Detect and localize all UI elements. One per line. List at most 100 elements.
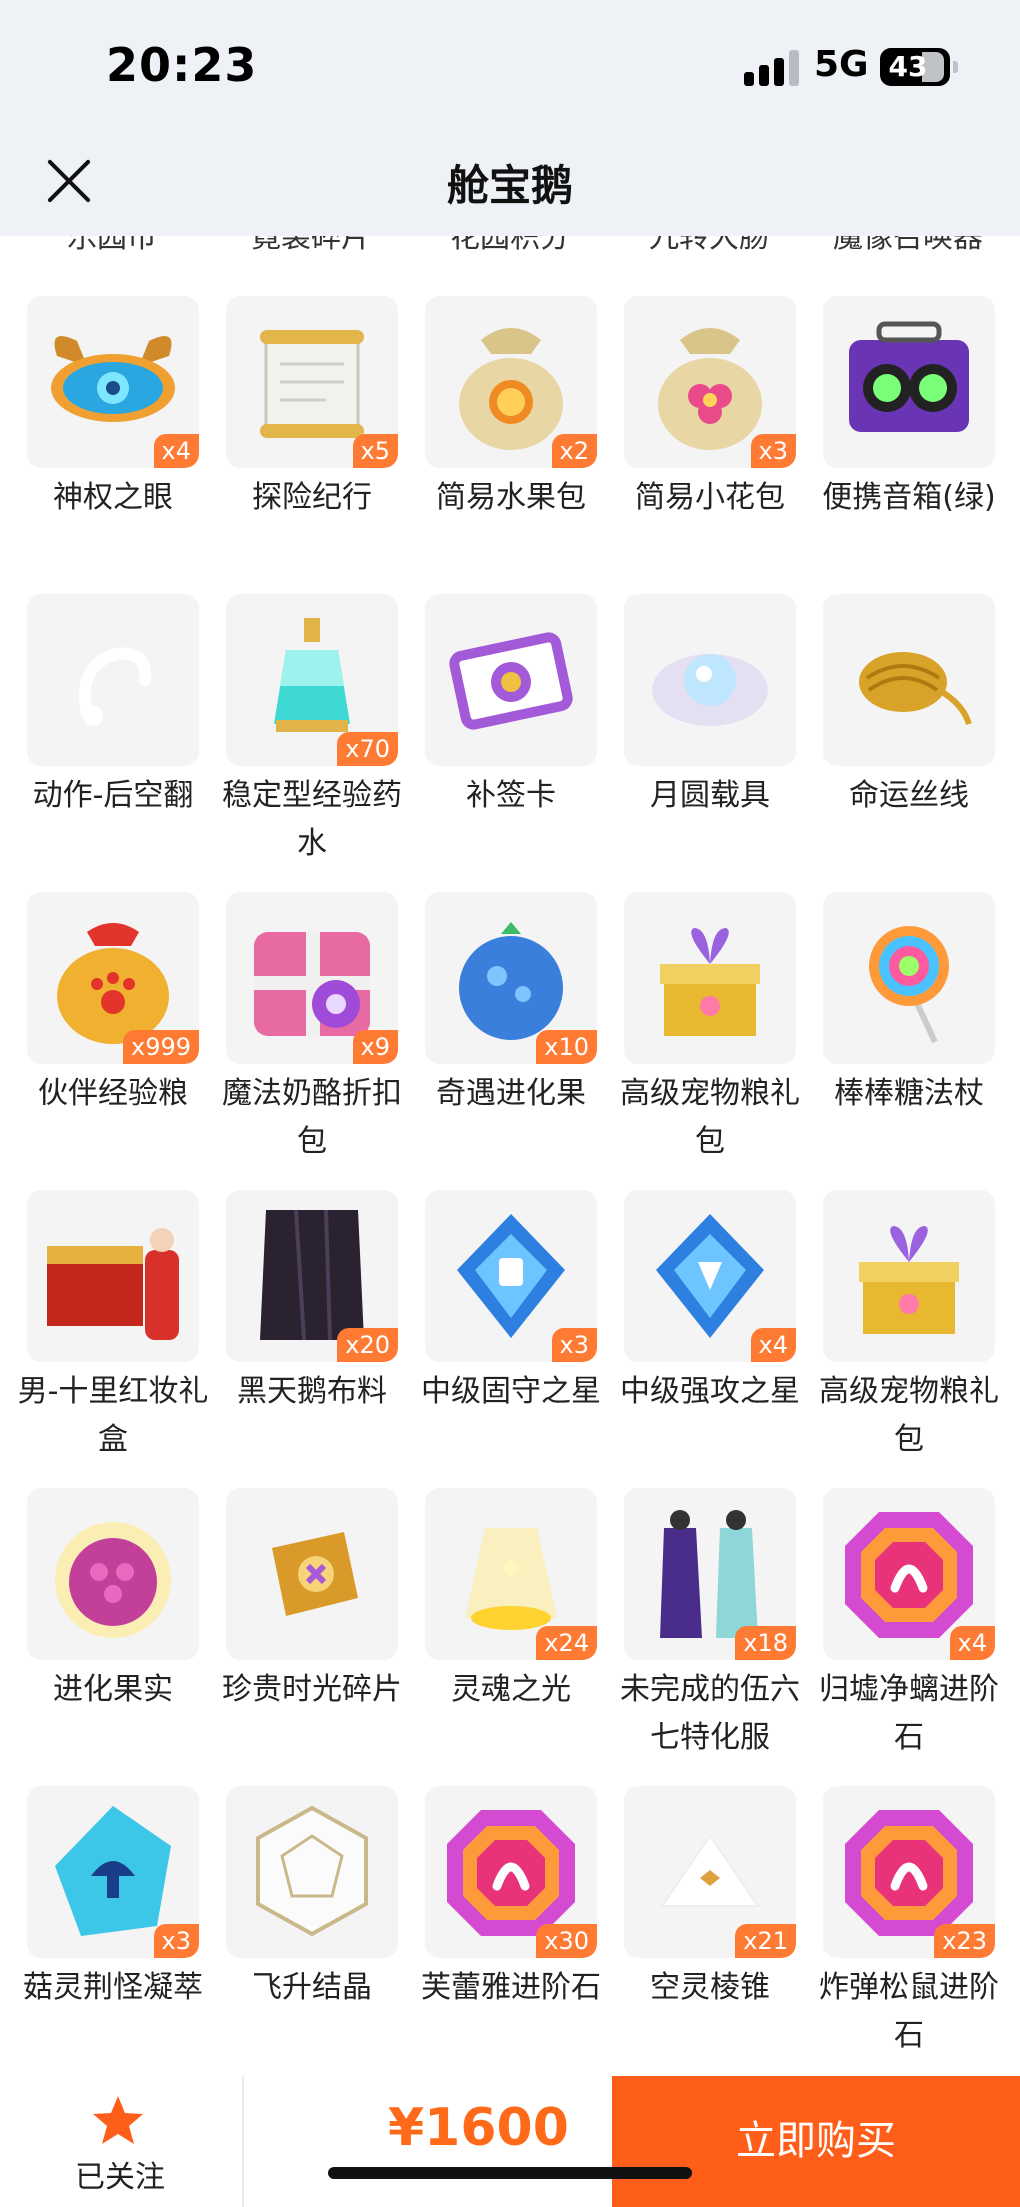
item-thumbnail[interactable]: x3 [624, 296, 796, 468]
item-thumbnail[interactable] [624, 892, 796, 1064]
item-thumbnail[interactable] [823, 594, 995, 766]
item-thumbnail[interactable]: x18 [624, 1488, 796, 1660]
item-thumbnail[interactable]: x5 [226, 296, 398, 468]
battery-icon: 43 [880, 48, 958, 86]
item-thumbnail[interactable] [27, 1190, 199, 1362]
item-thumbnail[interactable] [425, 594, 597, 766]
cutoff-row: 乐园币 霓裳碎片 花园积分 九转大肠 魔像召唤器 [0, 236, 1020, 260]
item-name: 稳定型经验药水 [222, 778, 402, 861]
signal-icon [744, 50, 800, 86]
item-count-badge: x24 [536, 1626, 597, 1660]
item-thumbnail[interactable] [823, 892, 995, 1064]
item-count-badge: x9 [352, 1030, 398, 1064]
item-name: 补签卡 [466, 778, 556, 813]
item-count-badge: x999 [122, 1030, 199, 1064]
network-label: 5G [814, 44, 869, 85]
item-count-badge: x20 [337, 1328, 398, 1362]
item-name: 奇遇进化果 [436, 1076, 586, 1111]
star-icon [93, 2096, 143, 2144]
item-grid-container[interactable]: 乐园币 霓裳碎片 花园积分 九转大肠 魔像召唤器 x4 神权之眼 x5 探险纪行 x2 简… [0, 236, 1020, 2076]
item-count-badge: x5 [352, 434, 398, 468]
item-thumbnail[interactable] [226, 1488, 398, 1660]
home-indicator [328, 2167, 692, 2179]
item-name: 男-十里红妆礼盒 [17, 1374, 209, 1457]
divider [242, 2076, 244, 2207]
item-thumbnail[interactable]: x3 [27, 1786, 199, 1958]
item-name: 中级强攻之星 [620, 1374, 800, 1409]
item-thumbnail[interactable] [624, 594, 796, 766]
bottom-bar: 已关注 ¥1600 立即购买 [0, 2076, 1020, 2207]
item-name: 未完成的伍六七特化服 [620, 1672, 800, 1755]
item-name: 伙伴经验粮 [38, 1076, 188, 1111]
item-name: 珍贵时光碎片 [222, 1672, 402, 1707]
item-thumbnail[interactable] [226, 1786, 398, 1958]
buy-now-button[interactable]: 立即购买 [612, 2076, 1020, 2207]
item-count-badge: x70 [337, 732, 398, 766]
item-count-badge: x23 [934, 1924, 995, 1958]
item-name: 月圆载具 [650, 778, 770, 813]
item-name: 黑天鹅布料 [237, 1374, 387, 1409]
item-name: 乐园币 [67, 236, 157, 255]
item-name: 芙蕾雅进阶石 [421, 1970, 601, 2005]
item-name: 九转大肠 [649, 236, 769, 255]
status-time: 20:23 [106, 38, 258, 92]
item-name: 霓裳碎片 [251, 236, 371, 255]
item-thumbnail[interactable]: x24 [425, 1488, 597, 1660]
item-count-badge: x10 [536, 1030, 597, 1064]
follow-button[interactable]: 已关注 [40, 2090, 200, 2200]
nav-bar: 舱宝鹅 [0, 140, 1020, 236]
item-thumbnail[interactable]: x30 [425, 1786, 597, 1958]
item-count-badge: x4 [949, 1626, 995, 1660]
item-name: 便携音箱(绿) [822, 480, 996, 515]
item-name: 魔法奶酪折扣包 [222, 1076, 402, 1159]
item-name: 棒棒糖法杖 [834, 1076, 984, 1111]
item-thumbnail[interactable]: x4 [624, 1190, 796, 1362]
item-name: 进化果实 [53, 1672, 173, 1707]
item-count-badge: x21 [735, 1924, 796, 1958]
item-name: 空灵棱锥 [650, 1970, 770, 2005]
item-name: 神权之眼 [53, 480, 173, 515]
item-thumbnail[interactable]: x3 [425, 1190, 597, 1362]
item-name: 动作-后空翻 [32, 778, 194, 813]
item-count-badge: x4 [750, 1328, 796, 1362]
item-count-badge: x4 [153, 434, 199, 468]
item-thumbnail[interactable]: x4 [823, 1488, 995, 1660]
item-name: 命运丝线 [849, 778, 969, 813]
item-thumbnail[interactable]: x999 [27, 892, 199, 1064]
item-thumbnail[interactable] [27, 594, 199, 766]
item-name: 炸弹松鼠进阶石 [819, 1970, 999, 2053]
item-thumbnail[interactable] [823, 1190, 995, 1362]
item-thumbnail[interactable]: x23 [823, 1786, 995, 1958]
item-name: 魔像召唤器 [833, 236, 983, 255]
item-name: 飞升结晶 [252, 1970, 372, 2005]
item-name: 中级固守之星 [421, 1374, 601, 1409]
item-count-badge: x2 [551, 434, 597, 468]
item-count-badge: x3 [750, 434, 796, 468]
item-name: 高级宠物粮礼包 [819, 1374, 999, 1457]
item-name: 简易水果包 [436, 480, 586, 515]
item-name: 探险纪行 [252, 480, 372, 515]
item-name: 高级宠物粮礼包 [620, 1076, 800, 1159]
item-thumbnail[interactable]: x9 [226, 892, 398, 1064]
item-name: 菇灵荆怪凝萃 [23, 1970, 203, 2005]
item-name: 花园积分 [450, 236, 570, 255]
item-thumbnail[interactable]: x20 [226, 1190, 398, 1362]
item-count-badge: x18 [735, 1626, 796, 1660]
item-name: 灵魂之光 [451, 1672, 571, 1707]
item-count-badge: x3 [551, 1328, 597, 1362]
item-thumbnail[interactable]: x10 [425, 892, 597, 1064]
item-thumbnail[interactable] [823, 296, 995, 468]
item-count-badge: x30 [536, 1924, 597, 1958]
price: ¥1600 [388, 2098, 569, 2158]
status-bar: 20:23 5G 43 [0, 0, 1020, 140]
item-thumbnail[interactable]: x21 [624, 1786, 796, 1958]
item-name: 简易小花包 [635, 480, 785, 515]
item-thumbnail[interactable]: x4 [27, 296, 199, 468]
item-name: 归墟净螭进阶石 [819, 1672, 999, 1755]
item-thumbnail[interactable]: x2 [425, 296, 597, 468]
follow-label: 已关注 [75, 2160, 165, 2195]
item-thumbnail[interactable]: x70 [226, 594, 398, 766]
battery-level: 43 [888, 50, 928, 83]
item-thumbnail[interactable] [27, 1488, 199, 1660]
item-count-badge: x3 [153, 1924, 199, 1958]
